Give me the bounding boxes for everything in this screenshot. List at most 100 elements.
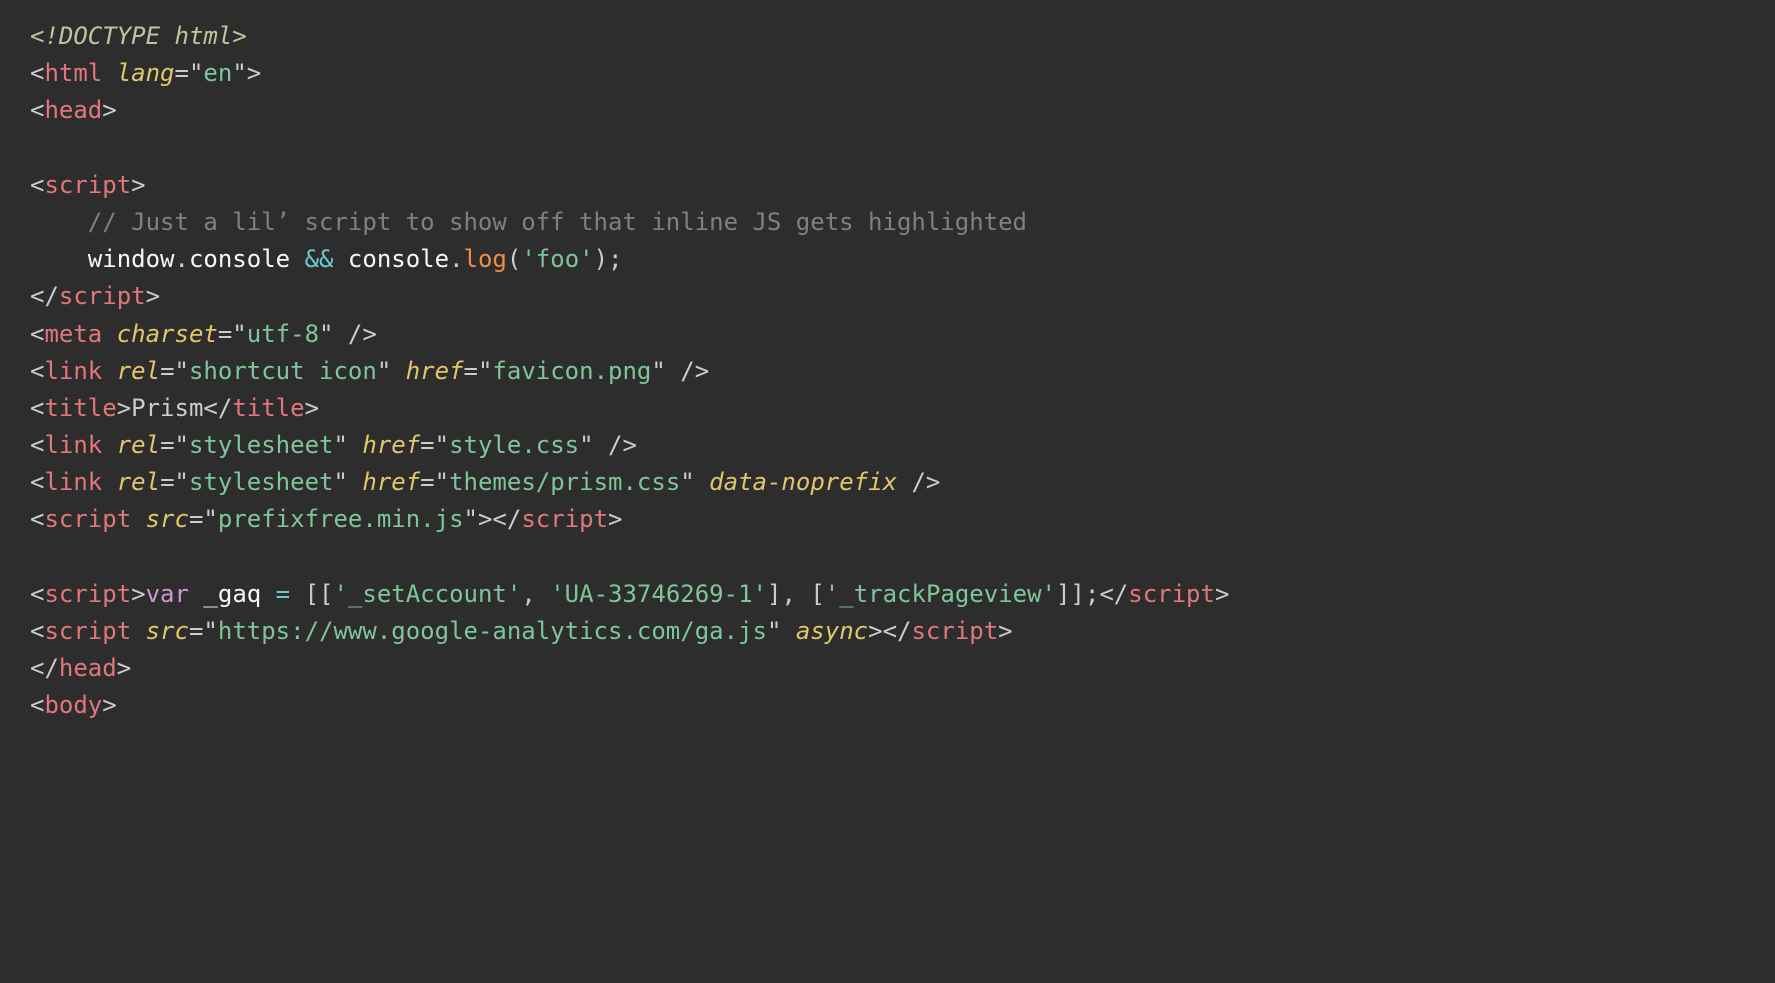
- code-token: [796, 580, 810, 608]
- code-token: [695, 468, 709, 496]
- code-token: <: [30, 320, 44, 348]
- code-token: <: [30, 96, 44, 124]
- code-token: ">: [232, 59, 261, 87]
- code-token: (: [507, 245, 521, 273]
- code-token: script: [911, 617, 998, 645]
- code-token: >: [102, 691, 116, 719]
- code-token: 'UA-33746269-1': [550, 580, 767, 608]
- code-token: [348, 468, 362, 496]
- code-token: .: [175, 245, 189, 273]
- code-token: https://www.google-analytics.com/ga.js: [218, 617, 767, 645]
- code-token: href: [362, 431, 420, 459]
- code-line: <title>Prism</title>: [30, 394, 319, 422]
- code-token: &&: [305, 245, 334, 273]
- code-token: meta: [44, 320, 102, 348]
- code-token: head: [59, 654, 117, 682]
- code-token: ]]: [1056, 580, 1085, 608]
- code-token: ,: [521, 580, 535, 608]
- code-token: [102, 59, 116, 87]
- code-token: />: [666, 357, 709, 385]
- code-token: =": [420, 431, 449, 459]
- code-token: [781, 617, 795, 645]
- code-line: <script src="https://www.google-analytic…: [30, 617, 1013, 645]
- code-token: 'foo': [521, 245, 593, 273]
- code-token: href: [406, 357, 464, 385]
- code-token: '_setAccount': [333, 580, 521, 608]
- code-token: =": [175, 59, 204, 87]
- code-token: script: [44, 505, 131, 533]
- code-token: _gaq: [203, 580, 261, 608]
- code-token: console: [189, 245, 290, 273]
- code-token: link: [44, 357, 102, 385]
- code-token: >: [998, 617, 1012, 645]
- code-token: '_trackPageview': [825, 580, 1056, 608]
- code-token: ": [319, 320, 333, 348]
- code-token: ": [333, 431, 347, 459]
- code-token: />: [897, 468, 940, 496]
- code-token: log: [464, 245, 507, 273]
- code-token: charset: [117, 320, 218, 348]
- code-token: >: [868, 617, 882, 645]
- code-token: <: [30, 59, 44, 87]
- code-token: >: [608, 505, 622, 533]
- code-token: =": [464, 357, 493, 385]
- code-token: <: [30, 691, 44, 719]
- code-token: <: [30, 431, 44, 459]
- code-token: favicon.png: [492, 357, 651, 385]
- code-token: [290, 580, 304, 608]
- code-token: ": [579, 431, 593, 459]
- code-token: [30, 208, 88, 236]
- code-token: script: [59, 282, 146, 310]
- code-token: <: [30, 468, 44, 496]
- code-token: >: [131, 171, 145, 199]
- code-token: [30, 245, 88, 273]
- code-token: console: [348, 245, 449, 273]
- code-token: [[: [305, 580, 334, 608]
- code-token: html: [44, 59, 102, 87]
- code-token: window: [88, 245, 175, 273]
- code-token: ;: [608, 245, 622, 273]
- code-token: =": [189, 617, 218, 645]
- code-token: title: [44, 394, 116, 422]
- code-token: />: [333, 320, 376, 348]
- code-token: </: [883, 617, 912, 645]
- code-token: <: [30, 171, 44, 199]
- code-token: [102, 357, 116, 385]
- code-block: <!DOCTYPE html> <html lang="en"> <head> …: [0, 0, 1775, 743]
- code-token: ,: [781, 580, 795, 608]
- code-token: script: [44, 580, 131, 608]
- code-token: [131, 505, 145, 533]
- code-token: >: [117, 394, 131, 422]
- code-token: ]: [767, 580, 781, 608]
- code-token: src: [146, 505, 189, 533]
- code-token: script: [44, 171, 131, 199]
- code-token: [391, 357, 405, 385]
- code-line: <link rel="stylesheet" href="themes/pris…: [30, 468, 940, 496]
- code-token: href: [362, 468, 420, 496]
- code-token: [: [810, 580, 824, 608]
- code-line: </script>: [30, 282, 160, 310]
- code-token: script: [521, 505, 608, 533]
- code-token: <: [30, 394, 44, 422]
- code-token: en: [203, 59, 232, 87]
- code-token: =: [276, 580, 290, 608]
- code-token: themes/prism.css: [449, 468, 680, 496]
- code-token: utf-8: [247, 320, 319, 348]
- code-token: body: [44, 691, 102, 719]
- code-token: style.css: [449, 431, 579, 459]
- code-token: .: [449, 245, 463, 273]
- code-token: prefixfree.min.js: [218, 505, 464, 533]
- code-token: [261, 580, 275, 608]
- code-line: // Just a lil’ script to show off that i…: [30, 208, 1027, 236]
- code-token: >: [117, 654, 131, 682]
- code-token: ": [377, 357, 391, 385]
- code-token: rel: [117, 431, 160, 459]
- code-token: =": [218, 320, 247, 348]
- code-line: <meta charset="utf-8" />: [30, 320, 377, 348]
- code-token: ": [680, 468, 694, 496]
- code-line: <body>: [30, 691, 117, 719]
- code-line: </head>: [30, 654, 131, 682]
- code-token: =": [189, 505, 218, 533]
- code-token: // Just a lil’ script to show off that i…: [88, 208, 1027, 236]
- code-token: [102, 320, 116, 348]
